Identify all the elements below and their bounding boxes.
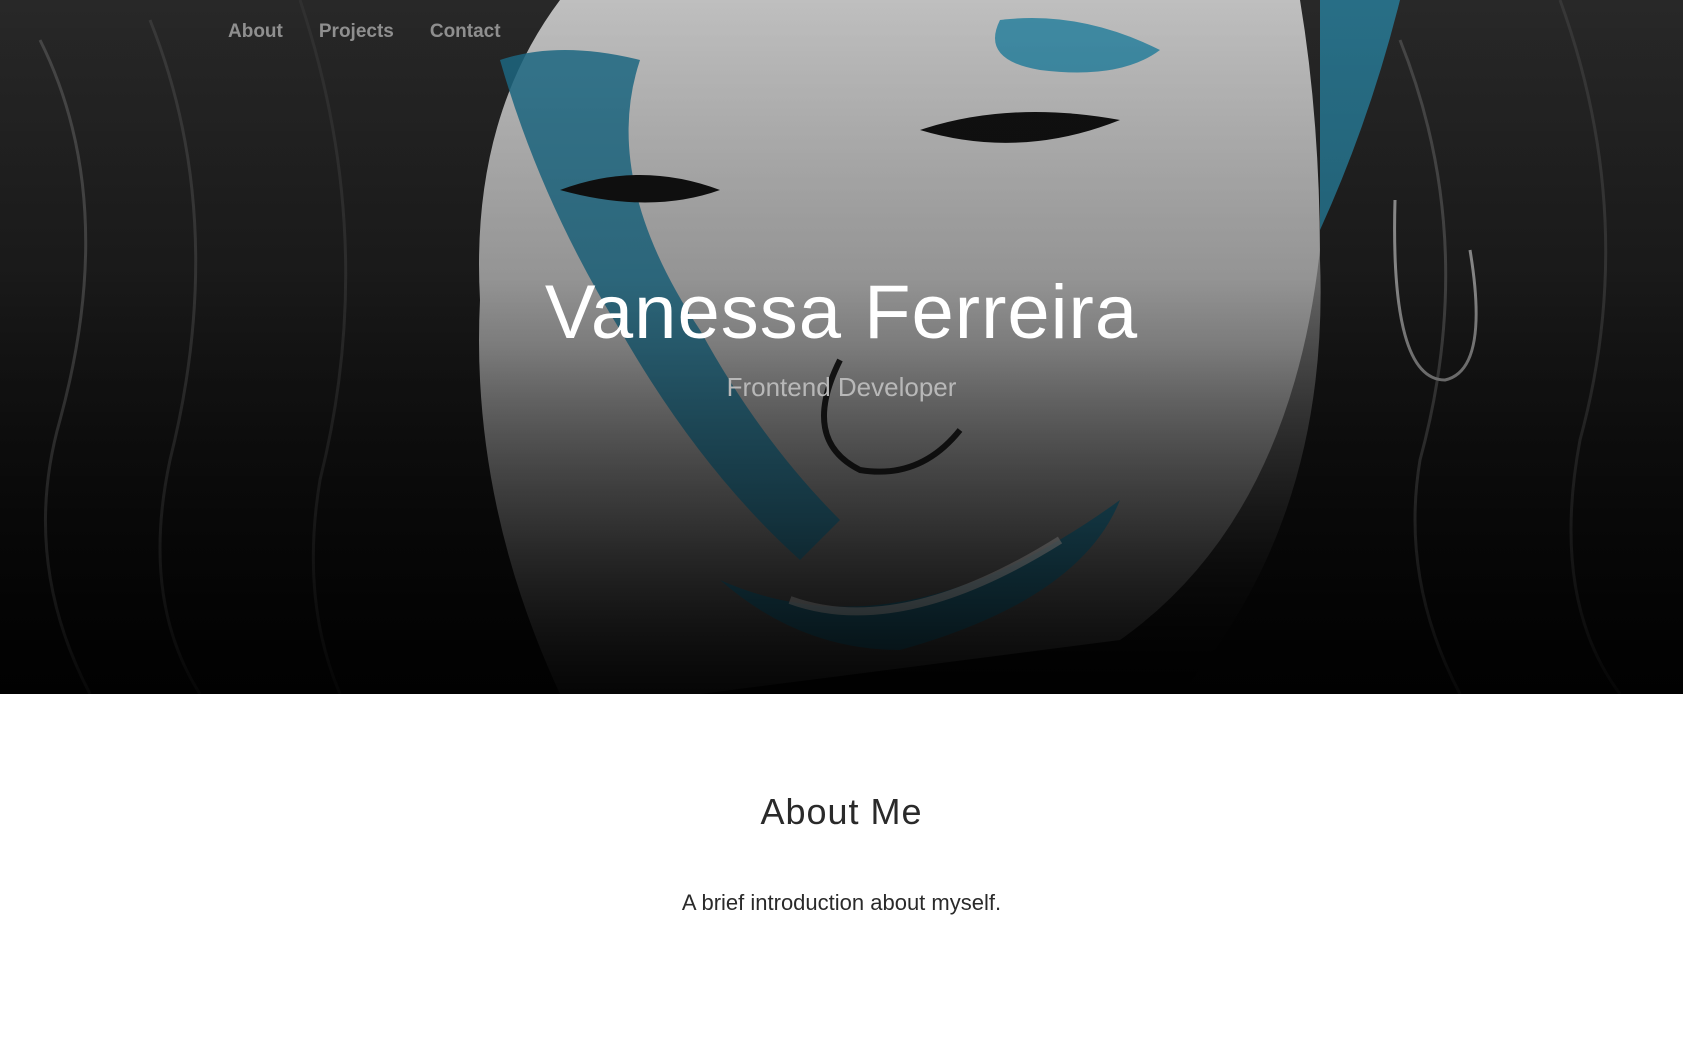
about-section: About Me A brief introduction about myse… (0, 694, 1683, 1053)
about-text: A brief introduction about myself. (681, 890, 1002, 915)
hero-subtitle: Frontend Developer (726, 372, 957, 402)
about-title: About Me (760, 791, 923, 832)
nav-link-projects[interactable]: Projects (319, 18, 394, 46)
nav-link-about[interactable]: About (228, 18, 283, 46)
top-nav: About Projects Contact (228, 18, 501, 46)
nav-link-contact[interactable]: Contact (430, 18, 501, 46)
hero-section: About Projects Contact Vanessa Ferreira … (0, 0, 1683, 694)
hero-title: Vanessa Ferreira (544, 270, 1139, 355)
